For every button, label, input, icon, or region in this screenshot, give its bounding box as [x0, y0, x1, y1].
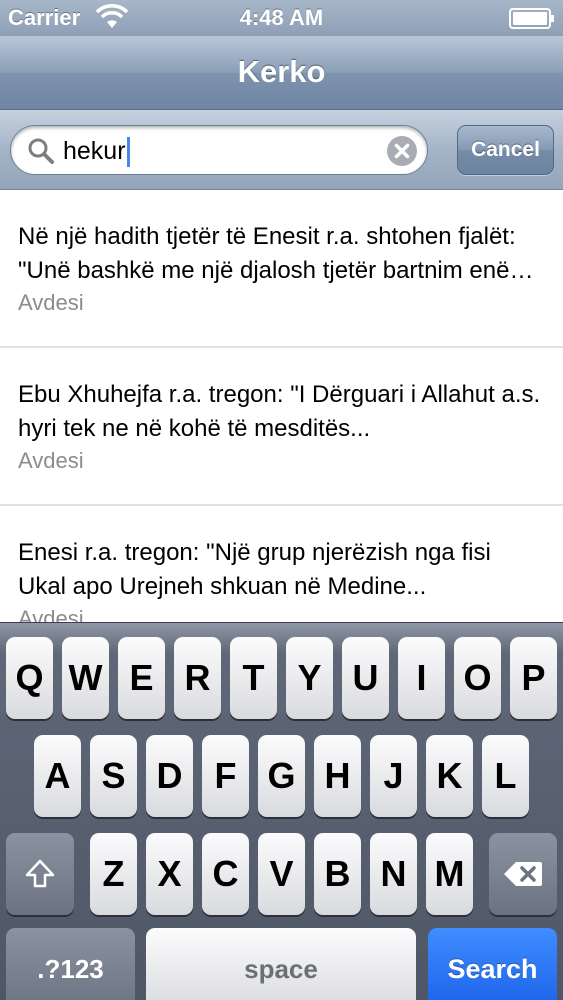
search-input-text: hekur — [63, 137, 130, 168]
key-g[interactable]: G — [258, 735, 305, 817]
key-r[interactable]: R — [174, 637, 221, 719]
list-item[interactable]: Në një hadith tjetër të Enesit r.a. shto… — [0, 190, 563, 348]
result-category: Avdesi — [18, 606, 84, 622]
key-i[interactable]: I — [398, 637, 445, 719]
key-h[interactable]: H — [314, 735, 361, 817]
shift-key[interactable] — [6, 833, 74, 915]
list-item[interactable]: Ebu Xhuhejfa r.a. tregon: "I Dërguari i … — [0, 348, 563, 506]
key-w[interactable]: W — [62, 637, 109, 719]
key-j[interactable]: J — [370, 735, 417, 817]
numbers-key[interactable]: .?123 — [6, 928, 135, 1000]
page-title: Kerko — [237, 54, 326, 89]
key-u[interactable]: U — [342, 637, 389, 719]
cancel-button[interactable]: Cancel — [457, 125, 554, 175]
navigation-bar: Kerko — [0, 36, 563, 110]
result-category: Avdesi — [18, 448, 84, 473]
key-n[interactable]: N — [370, 833, 417, 915]
key-l[interactable]: L — [482, 735, 529, 817]
status-bar: Carrier 4:48 AM — [0, 0, 563, 36]
search-bar: hekur Cancel — [0, 110, 563, 190]
search-input[interactable]: hekur — [10, 125, 428, 175]
key-m[interactable]: M — [426, 833, 473, 915]
key-z[interactable]: Z — [90, 833, 137, 915]
key-p[interactable]: P — [510, 637, 557, 719]
delete-key[interactable] — [489, 833, 557, 915]
key-y[interactable]: Y — [286, 637, 333, 719]
search-icon — [28, 138, 54, 164]
key-f[interactable]: F — [202, 735, 249, 817]
clear-icon — [394, 143, 410, 159]
keyboard: Q W E R T Y U I O P A S D F G H J K L Z … — [0, 622, 563, 1000]
search-key[interactable]: Search — [428, 928, 557, 1000]
key-t[interactable]: T — [230, 637, 277, 719]
space-key[interactable]: space — [146, 928, 416, 1000]
result-category: Avdesi — [18, 290, 84, 315]
key-o[interactable]: O — [454, 637, 501, 719]
key-k[interactable]: K — [426, 735, 473, 817]
key-c[interactable]: C — [202, 833, 249, 915]
key-x[interactable]: X — [146, 833, 193, 915]
result-text: Në një hadith tjetër të Enesit r.a. shto… — [18, 223, 523, 284]
text-caret — [126, 137, 130, 168]
results-list: Në një hadith tjetër të Enesit r.a. shto… — [0, 190, 563, 622]
key-b[interactable]: B — [314, 833, 361, 915]
list-item[interactable]: Enesi r.a. tregon: "Një grup njerëzish n… — [0, 506, 563, 622]
battery-icon — [509, 8, 554, 29]
status-time: 4:48 AM — [239, 5, 324, 30]
result-text: Ebu Xhuhejfa r.a. tregon: "I Dërguari i … — [18, 381, 541, 442]
key-d[interactable]: D — [146, 735, 193, 817]
key-s[interactable]: S — [90, 735, 137, 817]
key-v[interactable]: V — [258, 833, 305, 915]
result-text: Enesi r.a. tregon: "Një grup njerëzish n… — [18, 539, 491, 600]
key-q[interactable]: Q — [6, 637, 53, 719]
backspace-icon — [504, 862, 542, 886]
key-a[interactable]: A — [34, 735, 81, 817]
shift-icon — [25, 859, 55, 888]
key-e[interactable]: E — [118, 637, 165, 719]
clear-search-button[interactable] — [387, 136, 417, 166]
